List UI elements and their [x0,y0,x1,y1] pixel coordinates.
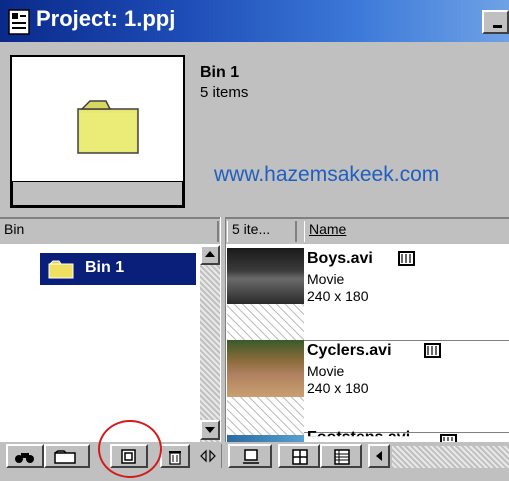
trash-icon [169,451,181,465]
clip-type: Movie [307,363,345,379]
thumbnail-view-icon [243,449,259,464]
bin-list-item-label: Bin 1 [85,259,125,276]
bin-scrollbar[interactable] [200,245,220,442]
icon-view-button[interactable] [278,444,320,468]
find-button[interactable] [6,444,44,468]
new-bin-button[interactable] [44,444,90,468]
window-title: Project: 1.ppj [36,6,176,31]
clip-dimensions: 240 x 180 [307,380,369,396]
delete-button[interactable] [160,444,190,468]
pane-toggle-icon [200,449,216,463]
movie-icon [398,251,415,266]
horizontal-scrollbar[interactable] [392,446,509,468]
column-header-bin[interactable]: Bin [0,221,219,242]
folder-icon [77,100,139,154]
clip-dimensions: 240 x 180 [307,288,369,304]
folder-icon [48,260,74,279]
project-icon [8,9,30,35]
icon-view-icon [292,449,308,465]
list-view-button[interactable] [320,444,362,468]
movie-icon [424,343,441,358]
movie-icon [440,434,457,442]
preview-scrollbar[interactable] [12,181,183,206]
clip-name[interactable]: Cyclers.avi [307,342,392,360]
minimize-icon [493,25,502,28]
find-icon [15,453,34,463]
scroll-left-button[interactable] [368,444,390,468]
column-header-name-label: Name [309,221,347,237]
row-divider [304,340,509,341]
clip-thumbnail[interactable] [227,248,304,304]
toggle-pane-button[interactable] [196,444,222,468]
column-header-items[interactable]: 5 ite... [227,221,297,242]
scroll-left-icon [376,451,382,461]
new-bin-icon [54,450,76,464]
arrow-up-icon [205,251,215,257]
clip-thumbnail-filler [227,397,304,435]
scroll-up-button[interactable] [200,245,220,265]
bin-title: Bin 1 [200,64,240,81]
minimize-button[interactable] [482,10,509,34]
scroll-down-button[interactable] [200,420,220,440]
clip-type: Movie [307,271,345,287]
clip-name[interactable]: Boys.avi [307,250,373,268]
pane-splitter[interactable] [220,217,226,450]
list-view-icon [334,449,350,465]
bin-item-count: 5 items [200,84,249,101]
highlight-circle [98,420,162,478]
arrow-down-icon [205,427,215,433]
clip-thumbnail-filler [227,304,304,340]
column-header-name[interactable]: Name [304,221,509,242]
watermark-text: www.hazemsakeek.com [214,163,440,186]
thumbnail-view-button[interactable] [228,444,272,468]
clip-thumbnail[interactable] [227,340,304,397]
